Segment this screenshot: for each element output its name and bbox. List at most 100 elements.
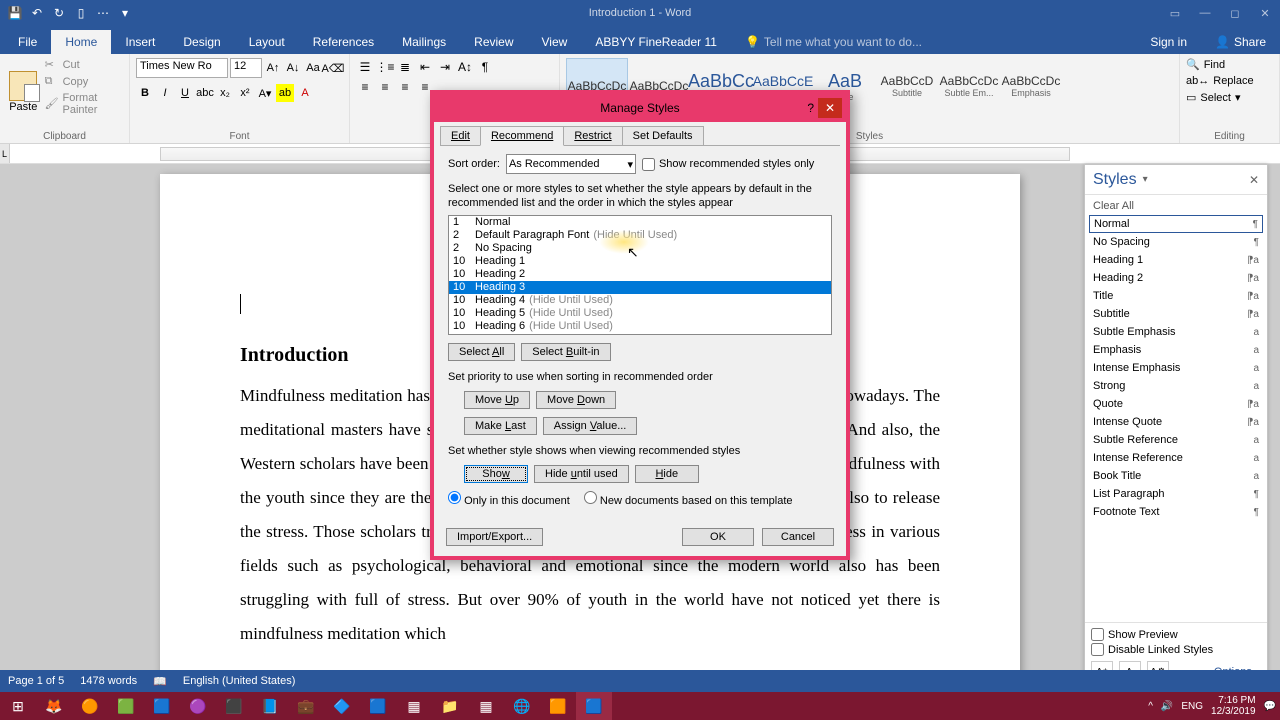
spell-check-icon[interactable]: 📖 bbox=[153, 675, 167, 688]
clear-all-item[interactable]: Clear All bbox=[1089, 197, 1263, 215]
style-list[interactable]: 1Normal2Default Paragraph Font(Hide Unti… bbox=[448, 215, 832, 335]
minimize-icon[interactable]: — bbox=[1190, 0, 1220, 26]
select-all-button[interactable]: Select All bbox=[448, 343, 515, 361]
dialog-style-row[interactable]: 10Heading 4(Hide Until Used) bbox=[449, 294, 831, 307]
taskbar-viber-icon[interactable]: 🟣 bbox=[180, 692, 216, 720]
dialog-titlebar[interactable]: Manage Styles ? ✕ bbox=[434, 94, 846, 122]
copy-button[interactable]: ⧉Copy bbox=[45, 75, 123, 89]
tab-home[interactable]: Home bbox=[51, 30, 111, 54]
replace-button[interactable]: ab↔ Replace bbox=[1186, 73, 1273, 89]
align-right-icon[interactable]: ≡ bbox=[396, 78, 414, 96]
tray-network-icon[interactable]: 🔊 bbox=[1161, 701, 1173, 712]
taskbar-app8-icon[interactable]: ▦ bbox=[468, 692, 504, 720]
hide-until-used-button[interactable]: Hide until used bbox=[534, 465, 629, 483]
dialog-style-row[interactable]: 2No Spacing bbox=[449, 242, 831, 255]
style-item[interactable]: Footnote Text¶ bbox=[1089, 503, 1263, 521]
tab-mailings[interactable]: Mailings bbox=[388, 30, 460, 54]
highlight-icon[interactable]: ab bbox=[276, 84, 294, 102]
style-gallery-item[interactable]: AaBbCcDcEmphasis bbox=[1000, 58, 1062, 114]
taskbar-uc-icon[interactable]: 🟠 bbox=[72, 692, 108, 720]
style-item[interactable]: Quote⁋a bbox=[1089, 395, 1263, 413]
make-last-button[interactable]: Make Last bbox=[464, 417, 537, 435]
tray-lang[interactable]: ENG bbox=[1181, 701, 1203, 712]
cancel-button[interactable]: Cancel bbox=[762, 528, 834, 546]
tell-me-search[interactable]: 💡 Tell me what you want to do... bbox=[731, 30, 936, 54]
word-count[interactable]: 1478 words bbox=[80, 675, 137, 687]
style-item[interactable]: Normal¶ bbox=[1089, 215, 1263, 233]
underline-button[interactable]: U bbox=[176, 84, 194, 102]
subscript-button[interactable]: x₂ bbox=[216, 84, 234, 102]
superscript-button[interactable]: x² bbox=[236, 84, 254, 102]
taskbar-app5-icon[interactable]: 🔷 bbox=[324, 692, 360, 720]
tab-references[interactable]: References bbox=[299, 30, 388, 54]
move-up-button[interactable]: Move Up bbox=[464, 391, 530, 409]
save-icon[interactable]: 💾 bbox=[6, 4, 24, 22]
shrink-font-icon[interactable]: A↓ bbox=[284, 59, 302, 77]
taskbar-app3-icon[interactable]: 📘 bbox=[252, 692, 288, 720]
show-rec-only-checkbox[interactable]: Show recommended styles only bbox=[642, 158, 814, 171]
styles-pane-options-icon[interactable]: ▾ bbox=[1143, 174, 1148, 185]
style-item[interactable]: No Spacing¶ bbox=[1089, 233, 1263, 251]
dialog-style-row[interactable]: 1Normal bbox=[449, 216, 831, 229]
font-color-icon[interactable]: A bbox=[296, 84, 314, 102]
show-button[interactable]: Show bbox=[464, 465, 528, 483]
sort-order-select[interactable]: As Recommended▾ bbox=[506, 154, 636, 174]
close-icon[interactable]: ✕ bbox=[1250, 0, 1280, 26]
tray-clock[interactable]: 7:16 PM12/3/2019 bbox=[1211, 695, 1256, 717]
paste-button[interactable]: Paste bbox=[6, 56, 41, 128]
style-item[interactable]: Intense Emphasisa bbox=[1089, 359, 1263, 377]
hide-button[interactable]: Hide bbox=[635, 465, 699, 483]
language-status[interactable]: English (United States) bbox=[183, 675, 296, 687]
style-item[interactable]: Subtle Emphasisa bbox=[1089, 323, 1263, 341]
tab-insert[interactable]: Insert bbox=[111, 30, 169, 54]
clear-format-icon[interactable]: A⌫ bbox=[324, 59, 342, 77]
maximize-icon[interactable]: ◻ bbox=[1220, 0, 1250, 26]
change-case-icon[interactable]: Aa bbox=[304, 59, 322, 77]
style-item[interactable]: Subtitle⁋a bbox=[1089, 305, 1263, 323]
select-button[interactable]: ▭ Select ▾ bbox=[1186, 89, 1273, 106]
bold-button[interactable]: B bbox=[136, 84, 154, 102]
multilevel-icon[interactable]: ≣ bbox=[396, 58, 414, 76]
dialog-help-icon[interactable]: ? bbox=[807, 101, 814, 115]
ok-button[interactable]: OK bbox=[682, 528, 754, 546]
taskbar-powerpoint-icon[interactable]: 🟧 bbox=[540, 692, 576, 720]
dialog-close-icon[interactable]: ✕ bbox=[818, 98, 842, 118]
style-item[interactable]: Intense Referencea bbox=[1089, 449, 1263, 467]
open-icon[interactable]: ⋯ bbox=[94, 4, 112, 22]
align-center-icon[interactable]: ≡ bbox=[376, 78, 394, 96]
taskbar-app2-icon[interactable]: ⬛ bbox=[216, 692, 252, 720]
dialog-style-row[interactable]: 10Heading 3 bbox=[449, 281, 831, 294]
style-gallery-item[interactable]: AaBbCcDcSubtle Em... bbox=[938, 58, 1000, 114]
font-name-select[interactable]: Times New Ro bbox=[136, 58, 228, 78]
tab-file[interactable]: File bbox=[4, 30, 51, 54]
dialog-style-row[interactable]: 10Heading 2 bbox=[449, 268, 831, 281]
tray-notifications-icon[interactable]: 💬 bbox=[1264, 701, 1276, 712]
tab-design[interactable]: Design bbox=[169, 30, 234, 54]
dialog-style-row[interactable]: 10Heading 6(Hide Until Used) bbox=[449, 320, 831, 333]
dialog-tab-recommend[interactable]: Recommend bbox=[480, 126, 564, 146]
decrease-indent-icon[interactable]: ⇤ bbox=[416, 58, 434, 76]
style-item[interactable]: Subtle Referencea bbox=[1089, 431, 1263, 449]
dialog-style-row[interactable]: 2Default Paragraph Font(Hide Until Used) bbox=[449, 229, 831, 242]
assign-value-button[interactable]: Assign Value... bbox=[543, 417, 638, 435]
tab-view[interactable]: View bbox=[528, 30, 582, 54]
dialog-tab-setdefaults[interactable]: Set Defaults bbox=[622, 126, 704, 146]
taskbar-firefox-icon[interactable]: 🦊 bbox=[36, 692, 72, 720]
styles-pane-close-icon[interactable]: ✕ bbox=[1249, 173, 1259, 187]
taskbar-app1-icon[interactable]: 🟩 bbox=[108, 692, 144, 720]
import-export-button[interactable]: Import/Export... bbox=[446, 528, 543, 546]
start-button[interactable]: ⊞ bbox=[0, 692, 36, 720]
only-doc-radio[interactable]: Only in this document bbox=[448, 491, 570, 507]
style-gallery-item[interactable]: AaBbCcDSubtitle bbox=[876, 58, 938, 114]
style-item[interactable]: Emphasisa bbox=[1089, 341, 1263, 359]
disable-linked-checkbox[interactable]: Disable Linked Styles bbox=[1091, 642, 1261, 657]
sort-icon[interactable]: A↕ bbox=[456, 58, 474, 76]
taskbar-calc-icon[interactable]: 🟦 bbox=[144, 692, 180, 720]
undo-icon[interactable]: ↶ bbox=[28, 4, 46, 22]
taskbar-app4-icon[interactable]: 💼 bbox=[288, 692, 324, 720]
share-button[interactable]: 👤 Share bbox=[1201, 30, 1280, 54]
new-docs-radio[interactable]: New documents based on this template bbox=[584, 491, 793, 507]
style-item[interactable]: Title⁋a bbox=[1089, 287, 1263, 305]
taskbar-app6-icon[interactable]: 🟦 bbox=[360, 692, 396, 720]
italic-button[interactable]: I bbox=[156, 84, 174, 102]
